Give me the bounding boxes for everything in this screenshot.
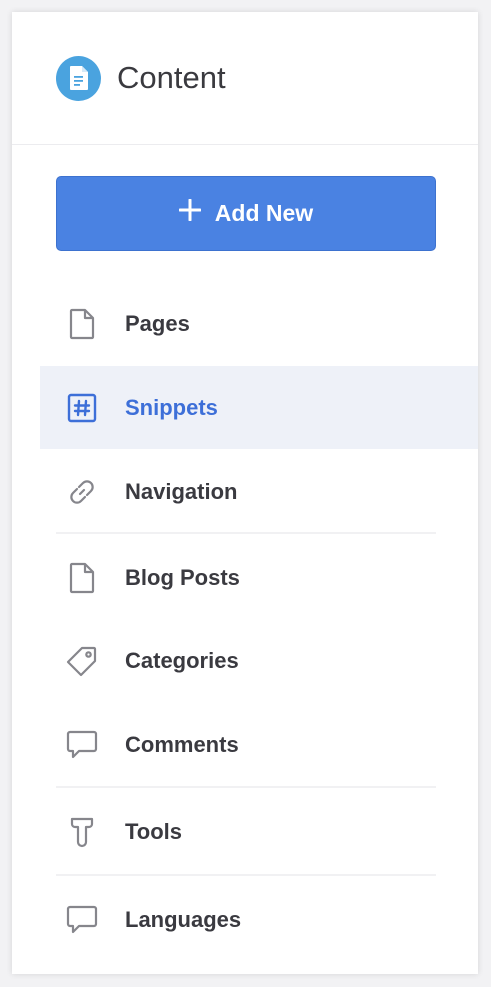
sidebar-item-label: Blog Posts xyxy=(125,564,240,590)
sidebar-item-languages[interactable]: Languages xyxy=(40,878,478,961)
nav-divider xyxy=(56,786,436,788)
sidebar-item-label: Tools xyxy=(125,818,183,844)
add-new-label: Add New xyxy=(214,200,314,226)
sidebar-item-blog-posts[interactable]: Blog Posts xyxy=(40,536,478,619)
plus-icon xyxy=(178,197,202,227)
document-icon xyxy=(56,55,101,101)
comment-icon xyxy=(64,902,100,938)
sidebar-item-categories[interactable]: Categories xyxy=(40,619,478,702)
page-icon xyxy=(64,560,100,596)
page-icon xyxy=(64,306,100,342)
sidebar-item-label: Snippets xyxy=(125,394,218,420)
sidebar-item-tools[interactable]: Tools xyxy=(40,790,478,873)
sidebar-header: Content xyxy=(12,12,478,145)
add-new-button[interactable]: Add New xyxy=(56,176,436,251)
sidebar-item-label: Categories xyxy=(125,647,239,673)
nav-divider xyxy=(56,874,436,876)
nav-divider xyxy=(56,532,436,534)
sidebar-item-label: Pages xyxy=(125,310,190,336)
sidebar-item-navigation[interactable]: Navigation xyxy=(40,450,478,533)
link-icon xyxy=(64,474,100,510)
sidebar-item-snippets[interactable]: Snippets xyxy=(40,366,478,449)
sidebar-item-label: Comments xyxy=(125,731,239,757)
sidebar-item-comments[interactable]: Comments xyxy=(40,703,478,786)
sidebar-item-label: Languages xyxy=(125,906,242,932)
hash-icon xyxy=(64,390,100,426)
tool-icon xyxy=(64,814,100,850)
content-sidebar: Content Add New Pages Snippets Navigatio… xyxy=(12,12,478,974)
page-title: Content xyxy=(117,60,226,95)
comment-icon xyxy=(64,727,100,763)
sidebar-item-label: Navigation xyxy=(125,478,238,504)
sidebar-item-pages[interactable]: Pages xyxy=(40,282,478,365)
tag-icon xyxy=(64,643,100,679)
